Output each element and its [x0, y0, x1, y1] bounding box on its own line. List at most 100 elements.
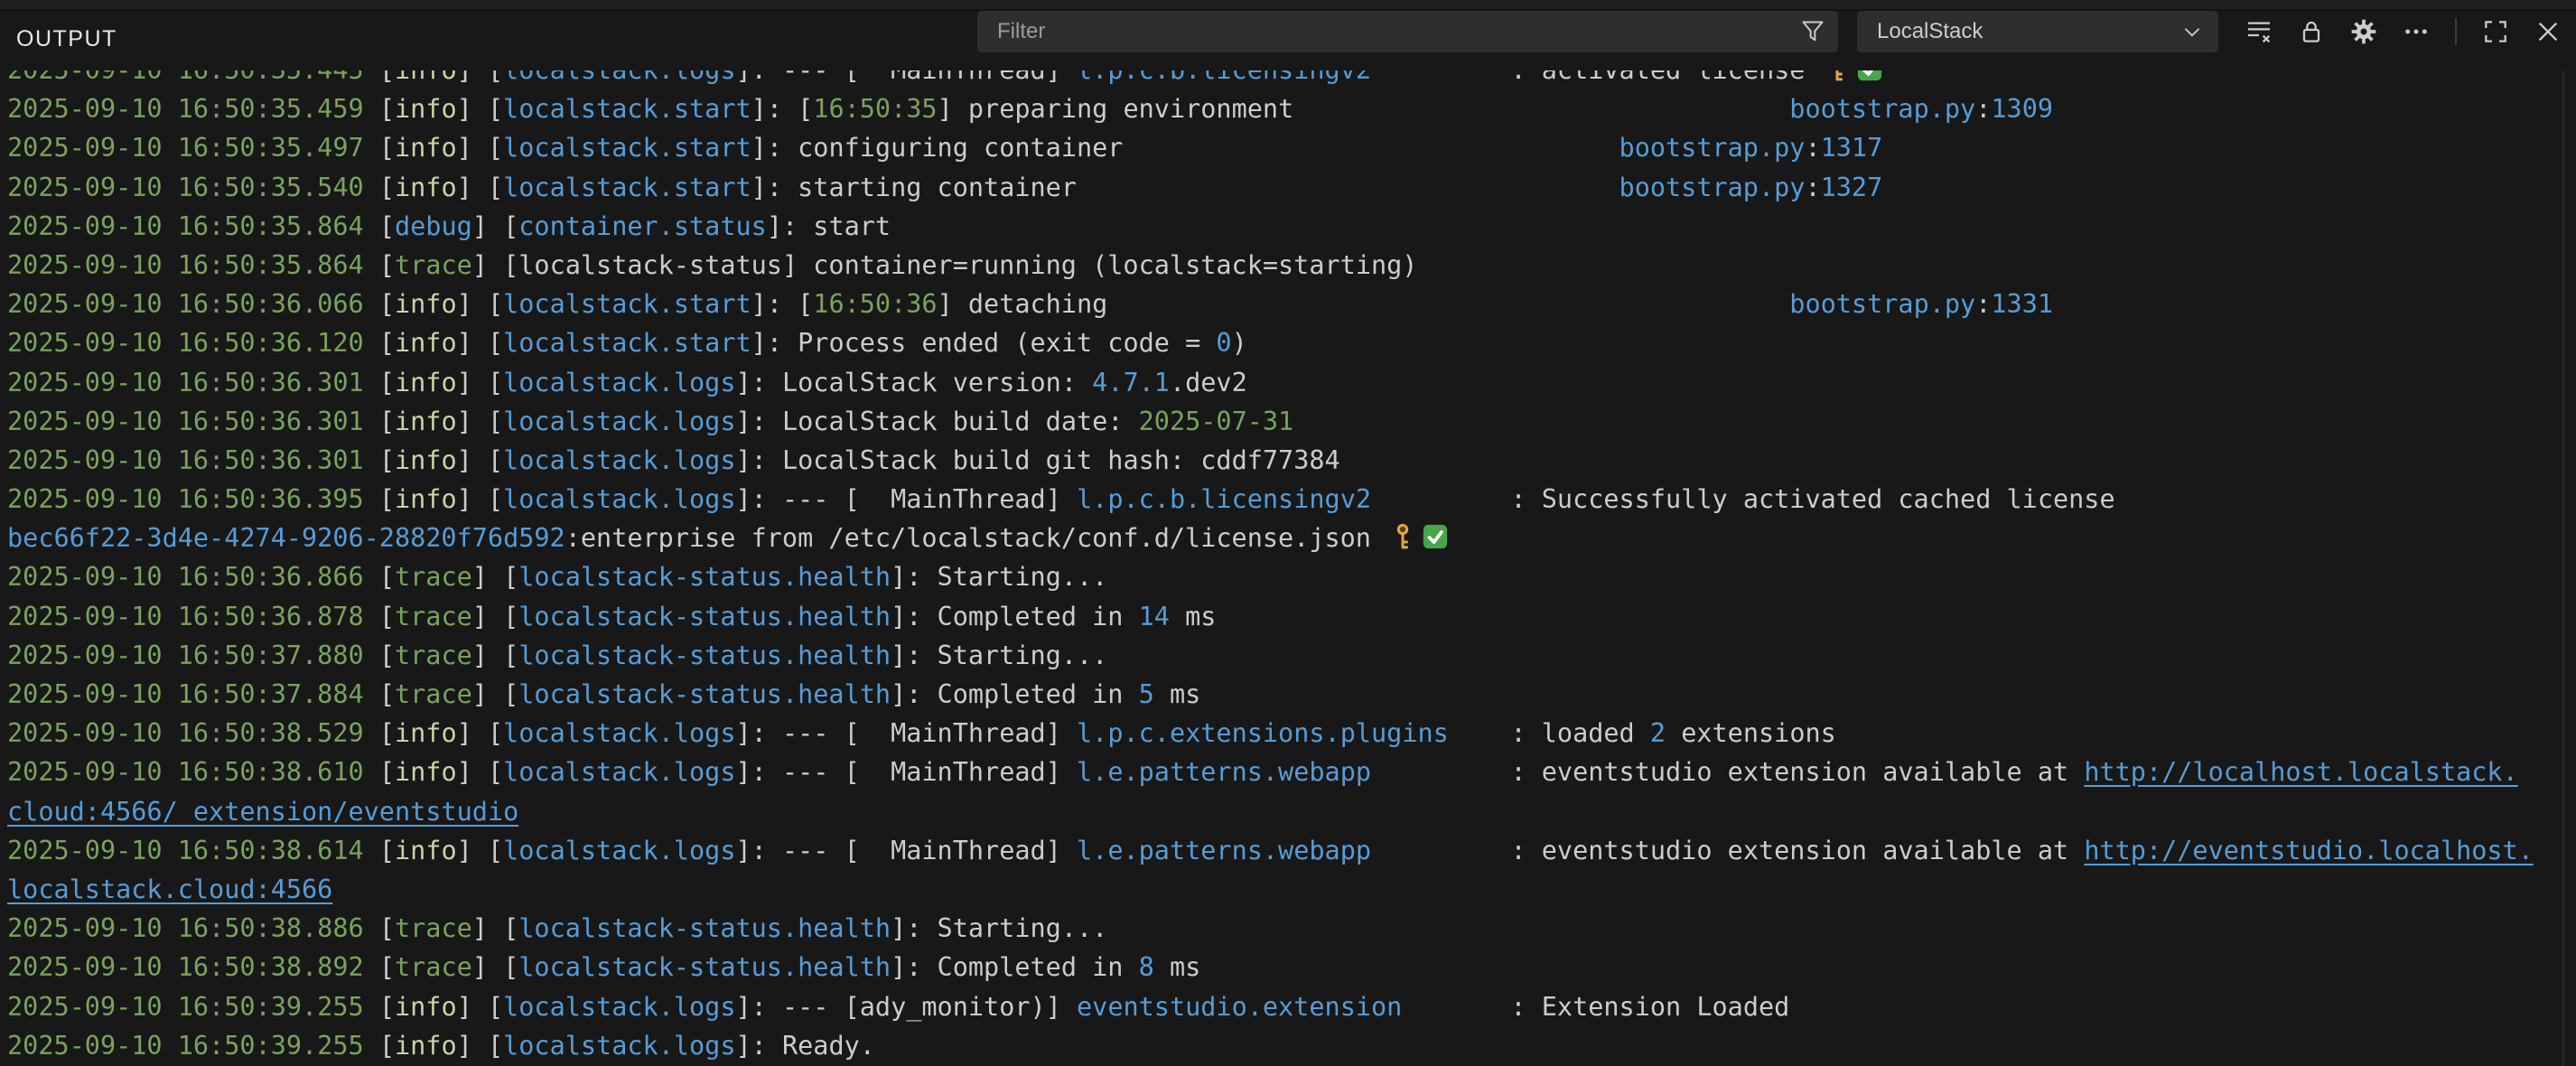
output-channel-label: LocalStack — [1857, 19, 2180, 44]
log-text: info — [395, 445, 457, 475]
more-actions-button[interactable] — [2401, 16, 2431, 47]
panel-action-buttons — [2244, 11, 2563, 52]
gear-icon — [2349, 17, 2378, 46]
settings-button[interactable] — [2348, 16, 2379, 47]
log-text: ] [ — [457, 836, 503, 865]
log-text: container.status — [518, 211, 767, 241]
log-text: ]: Starting... — [891, 641, 1107, 670]
log-text: ]: --- [ MainThread] — [736, 484, 1078, 514]
log-line: 2025-09-10 16:50:35.540 [info] [localsta… — [7, 168, 2534, 207]
lock-auto-scroll-button[interactable] — [2296, 16, 2327, 47]
log-line: 2025-09-10 16:50:36.301 [info] [localsta… — [7, 441, 2534, 480]
filter-input[interactable] — [977, 19, 1838, 44]
log-text: .dev2 — [1170, 368, 1247, 397]
log-text: info — [395, 94, 457, 124]
log-text: [ — [379, 952, 395, 982]
log-text: 1327 — [1821, 173, 1883, 202]
log-text: ]: --- [ MainThread] — [736, 718, 1078, 748]
log-text: eventstudio.extension — [1077, 992, 1402, 1022]
log-text: localstack.logs — [503, 368, 735, 397]
log-text: ]: --- [ady_monitor)] — [736, 992, 1078, 1022]
tab-output[interactable]: OUTPUT — [16, 11, 117, 67]
log-text: localstack.start — [503, 94, 751, 124]
log-line: 2025-09-10 16:50:38.886 [trace] [localst… — [7, 909, 2534, 948]
log-text: ] [ — [457, 407, 503, 436]
toolbar-divider — [2455, 18, 2457, 45]
log-text: ] [ — [472, 211, 518, 241]
log-text: info — [395, 1031, 457, 1061]
log-text: trace — [395, 952, 472, 982]
log-text: 2025-09-10 16:50:37.880 — [7, 641, 379, 670]
log-text: info — [395, 133, 457, 163]
close-panel-button[interactable] — [2533, 16, 2563, 47]
log-text: ms — [1154, 952, 1200, 982]
log-text: info — [395, 173, 457, 202]
log-text: 2025-09-10 16:50:36.878 — [7, 602, 379, 631]
log-text: trace — [395, 562, 472, 592]
log-text: 2025-09-10 16:50:35.497 — [7, 133, 379, 163]
log-text: 2025-09-10 16:50:36.120 — [7, 328, 379, 358]
log-link[interactable]: http://localhost.localstack. — [2084, 757, 2517, 787]
log-text: extensions — [1666, 718, 1836, 748]
log-text: 2025-09-10 16:50:39.255 — [7, 1031, 379, 1061]
log-text: bootstrap.py — [1789, 94, 1975, 124]
log-text: ]: --- [ MainThread] — [736, 757, 1078, 787]
log-text: ] [localstack-status] container=running … — [472, 250, 1418, 280]
output-channel-select[interactable]: LocalStack — [1857, 11, 2218, 52]
log-text: [ — [379, 992, 395, 1022]
filter-funnel-icon[interactable] — [1800, 19, 1825, 44]
log-text: [ — [379, 368, 395, 397]
log-text: ms — [1154, 679, 1200, 709]
log-text: [ — [379, 133, 395, 163]
log-text: localstack.logs — [503, 757, 735, 787]
log-text: ] [ — [472, 602, 518, 631]
log-line: 2025-09-10 16:50:36.866 [trace] [localst… — [7, 557, 2534, 596]
log-line: 2025-09-10 16:50:36.066 [info] [localsta… — [7, 285, 2534, 323]
log-text: [ — [379, 1031, 395, 1061]
log-text: localstack.logs — [503, 1031, 735, 1061]
log-text: ] [ — [472, 562, 518, 592]
log-text: l.p.c.b.licensingv2 — [1077, 484, 1371, 514]
log-text: localstack-status.health — [518, 952, 891, 982]
log-text: 0 — [1216, 328, 1231, 358]
log-text: localstack.logs — [503, 992, 735, 1022]
log-link[interactable]: cloud:4566/_extension/eventstudio — [7, 797, 518, 827]
log-text: ] [ — [457, 173, 503, 202]
log-text: [ — [379, 679, 395, 709]
close-icon — [2534, 17, 2562, 46]
log-text: [ — [379, 562, 395, 592]
log-line: 2025-09-10 16:50:35.864 [debug] [contain… — [7, 207, 2534, 246]
log-text: 2025-09-10 16:50:35.864 — [7, 250, 379, 280]
log-text: [ — [379, 407, 395, 436]
log-line: cloud:4566/_extension/eventstudio — [7, 792, 2534, 831]
log-text: ]: LocalStack build git hash: cddf77384 — [736, 445, 1340, 475]
log-text: localstack.logs — [503, 718, 735, 748]
log-text: ]: LocalStack version: — [736, 368, 1093, 397]
log-text: ]: Ready. — [736, 1031, 875, 1061]
log-text: info — [395, 836, 457, 865]
log-text: 2025-09-10 16:50:36.866 — [7, 562, 379, 592]
maximize-panel-button[interactable] — [2480, 16, 2511, 47]
log-link[interactable]: localstack.cloud:4566 — [7, 874, 332, 904]
log-text: localstack.start — [503, 328, 751, 358]
log-line: 2025-09-10 16:50:39.255 [info] [localsta… — [7, 1026, 2534, 1065]
log-text: ] [ — [472, 641, 518, 670]
log-text: : — [1805, 133, 1820, 163]
log-text: ] [ — [457, 70, 503, 85]
log-line: 2025-09-10 16:50:35.497 [info] [localsta… — [7, 128, 2534, 167]
log-text: [ — [379, 757, 395, 787]
log-text: :enterprise from /etc/localstack/conf.d/… — [565, 523, 1386, 553]
log-link[interactable]: http://eventstudio.localhost. — [2084, 836, 2534, 865]
log-text: [ — [379, 641, 395, 670]
log-text: 2025-09-10 16:50:38.610 — [7, 757, 379, 787]
log-text: ]: [ — [751, 289, 814, 319]
log-line: 2025-09-10 16:50:39.255 [info] [localsta… — [7, 987, 2534, 1026]
log-text: ]: start — [767, 211, 891, 241]
log-text: localstack-status.health — [518, 602, 891, 631]
clear-output-button[interactable] — [2244, 16, 2274, 47]
log-text: 1331 — [1991, 289, 2053, 319]
log-text: ]: starting container — [751, 173, 1619, 202]
log-text: ] preparing environment — [938, 94, 1790, 124]
log-text: 16:50:35 — [813, 94, 937, 124]
log-text: 16:50:36 — [813, 289, 937, 319]
